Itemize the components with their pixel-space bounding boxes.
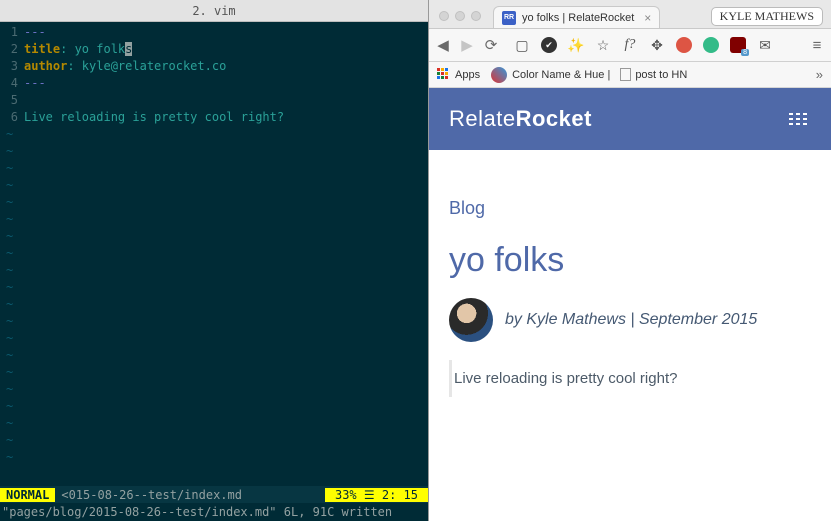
mail-icon[interactable]: ✉ [756, 36, 774, 54]
body-line: Live reloading is pretty cool right? [24, 109, 428, 126]
vim-editor[interactable]: 1--- 2title: yo folks 3author: kyle@rela… [0, 22, 428, 486]
page-viewport: RelateRocket Blog yo folks by Kyle Mathe… [429, 88, 831, 521]
site-header: RelateRocket [429, 88, 831, 150]
window-controls[interactable] [439, 11, 481, 21]
bookmarks-bar: Apps Color Name & Hue | post to HN » [429, 62, 831, 88]
apps-grid-icon [437, 68, 451, 82]
close-tab-icon[interactable]: × [644, 11, 651, 25]
move-icon[interactable]: ✥ [648, 36, 666, 54]
vim-message: "pages/blog/2015-08-26--test/index.md" 6… [0, 503, 428, 521]
brand-logo[interactable]: RelateRocket [449, 106, 592, 132]
palette-icon [490, 66, 508, 84]
tool-circle-icon[interactable]: ✔ [540, 36, 558, 54]
shield-ublock-icon[interactable]: 8 [729, 36, 747, 54]
apps-button[interactable]: Apps [437, 68, 480, 82]
minimize-dot-icon[interactable] [455, 11, 465, 21]
vim-statusbar: NORMAL <015-08-26--test/index.md 33% ☰ 2… [0, 486, 428, 503]
page-icon[interactable]: ▢ [513, 36, 531, 54]
avatar [449, 298, 493, 342]
browser-tab-strip: RR yo folks | RelateRocket × KYLE MATHEW… [429, 0, 831, 28]
frontmatter-open: --- [24, 24, 428, 41]
red-dot-icon[interactable] [675, 36, 693, 54]
function-icon[interactable]: f? [621, 36, 639, 54]
close-dot-icon[interactable] [439, 11, 449, 21]
vim-mode: NORMAL [0, 488, 55, 502]
byline: by Kyle Mathews | September 2015 [505, 311, 757, 329]
favicon-icon: RR [502, 11, 516, 25]
back-icon[interactable]: ◀ [435, 37, 451, 53]
wand-icon[interactable]: ✨ [567, 36, 585, 54]
vim-filepath: <015-08-26--test/index.md [55, 488, 325, 502]
post-title: yo folks [449, 241, 811, 280]
reload-icon[interactable]: ⟳ [483, 37, 499, 53]
breadcrumb[interactable]: Blog [449, 198, 811, 219]
forward-icon[interactable]: ▶ [459, 37, 475, 53]
terminal-title: 2. vim [0, 0, 428, 22]
vim-cursor: s [125, 42, 132, 56]
doc-icon [620, 68, 631, 81]
browser-window: RR yo folks | RelateRocket × KYLE MATHEW… [428, 0, 831, 521]
profile-badge[interactable]: KYLE MATHEWS [711, 7, 823, 26]
browser-toolbar: ◀ ▶ ⟳ ▢ ✔ ✨ ☆ f? ✥ 8 ✉ ≡ [429, 28, 831, 62]
bookmarks-overflow-icon[interactable]: » [816, 67, 823, 82]
post-body: Live reloading is pretty cool right? [449, 360, 811, 397]
tab-title: yo folks | RelateRocket [522, 12, 634, 24]
bookmark-color[interactable]: Color Name & Hue | [490, 66, 610, 84]
overflow-menu-icon[interactable]: ≡ [809, 37, 825, 53]
menu-icon[interactable] [785, 109, 811, 129]
terminal-window: 2. vim 1--- 2title: yo folks 3author: ky… [0, 0, 428, 521]
zoom-dot-icon[interactable] [471, 11, 481, 21]
bookmark-hn[interactable]: post to HN [620, 68, 687, 81]
star-outline-icon[interactable]: ☆ [594, 36, 612, 54]
browser-tab[interactable]: RR yo folks | RelateRocket × [493, 6, 660, 28]
green-dot-icon[interactable] [702, 36, 720, 54]
frontmatter-close: --- [24, 75, 428, 92]
